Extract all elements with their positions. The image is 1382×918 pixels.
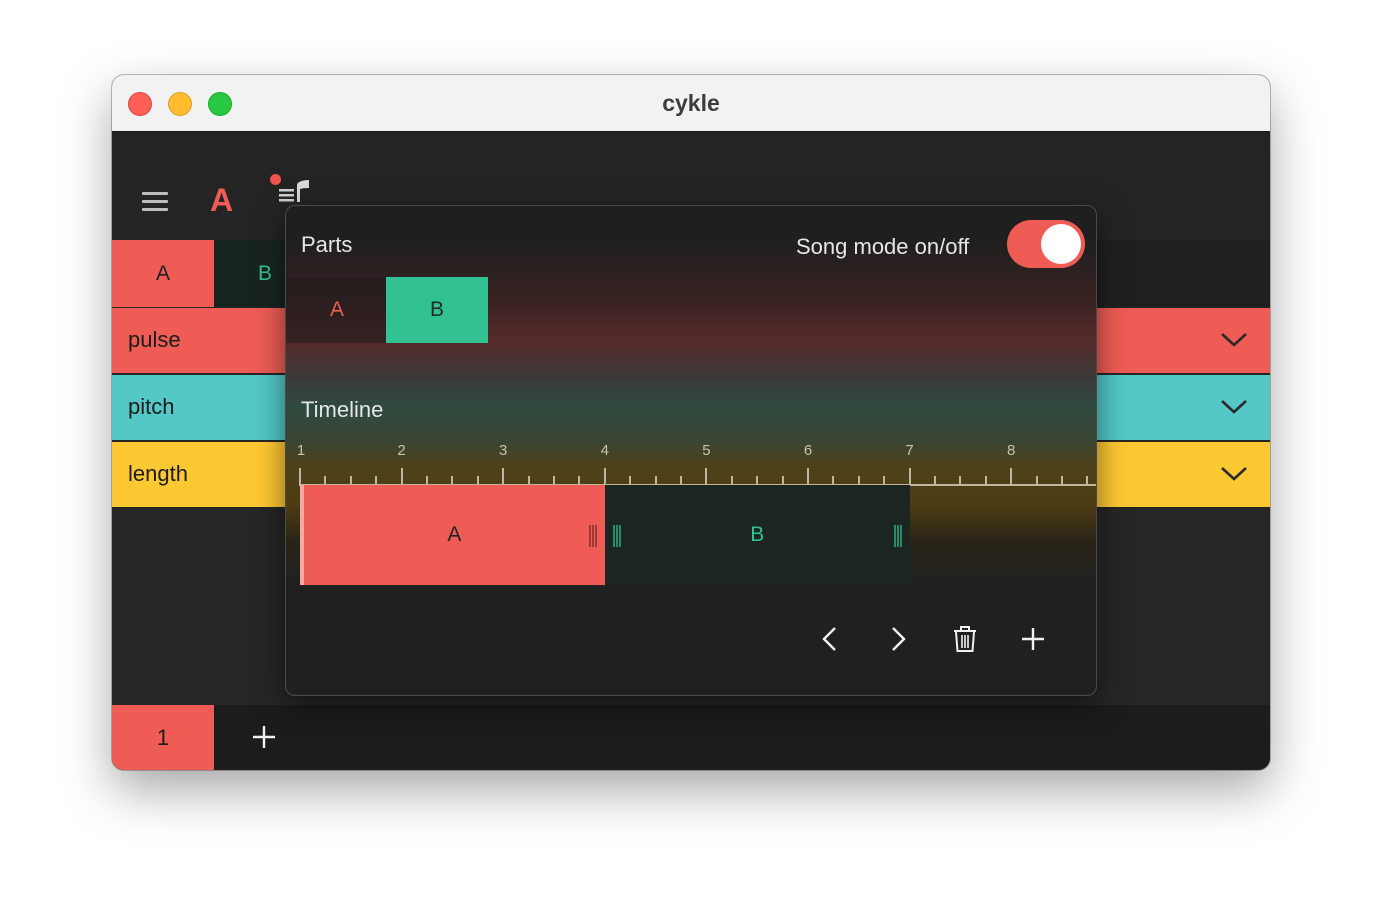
timeline-heading: Timeline [301, 397, 384, 422]
ruler-minor-tick [1061, 476, 1063, 486]
song-list-icon[interactable] [278, 175, 314, 205]
part-tab-a[interactable]: A [112, 240, 214, 307]
toggle-knob [1041, 224, 1081, 264]
page-tab-1[interactable]: 1 [112, 705, 214, 770]
clip-end-handle[interactable] [893, 525, 902, 547]
song-mode-popover: Parts Song mode on/off A B Timeline 1 2 3 4… [285, 205, 1097, 696]
ruler-minor-tick [984, 476, 987, 486]
chevron-left-icon[interactable] [816, 624, 844, 654]
timeline-clip-a[interactable]: A [300, 485, 605, 585]
ruler-major-tick [502, 468, 505, 486]
ruler-label: 3 [499, 442, 508, 459]
window-title: cykle [662, 90, 720, 116]
ruler-minor-tick [1086, 476, 1089, 486]
ruler-label: 2 [397, 442, 406, 459]
ruler-major-tick [400, 468, 403, 486]
ruler-minor-tick [934, 476, 936, 486]
clip-start-handle[interactable] [612, 525, 621, 547]
page-bar: 1 [112, 705, 1270, 770]
hamburger-icon[interactable] [142, 192, 168, 211]
ruler-major-tick [603, 468, 606, 486]
track-label: pitch [128, 394, 175, 419]
ruler-label: 8 [1007, 442, 1016, 459]
ruler-major-tick [807, 468, 809, 486]
plus-icon[interactable] [1019, 624, 1047, 654]
clip-label: A [447, 523, 462, 546]
song-mode-label: Song mode on/off [796, 234, 970, 259]
ruler-label: 7 [905, 442, 914, 459]
chevron-down-icon[interactable] [1220, 330, 1248, 350]
ruler-label: 5 [702, 442, 711, 459]
ruler-minor-tick [959, 476, 962, 486]
popover-part-a[interactable]: A [286, 277, 388, 343]
ruler-label: 4 [600, 442, 609, 459]
timeline-clip-b[interactable]: B [604, 485, 910, 585]
title-bar: cykle [112, 75, 1270, 132]
ruler-major-tick [299, 468, 301, 486]
song-mode-toggle[interactable] [1007, 220, 1085, 268]
ruler-minor-tick [1035, 476, 1038, 486]
ruler-major-tick [908, 468, 911, 486]
ruler-major-tick [1010, 468, 1013, 486]
timeline-ruler[interactable]: 1 2 3 4 5 6 7 8 [286, 438, 1096, 486]
chevron-down-icon[interactable] [1220, 397, 1248, 417]
clip-end-handle[interactable] [588, 525, 597, 547]
current-part-indicator[interactable]: A [210, 182, 233, 219]
plus-icon[interactable] [252, 725, 276, 749]
chevron-right-icon[interactable] [884, 624, 912, 654]
trash-icon[interactable] [951, 624, 979, 654]
chevron-down-icon[interactable] [1220, 464, 1248, 484]
parts-heading: Parts [301, 232, 353, 257]
ruler-label: 6 [803, 442, 813, 459]
ruler-major-tick [705, 468, 708, 486]
track-label: pulse [128, 327, 181, 352]
track-label: length [128, 461, 188, 486]
popover-part-b[interactable]: B [386, 277, 488, 343]
clip-label: B [750, 523, 765, 546]
ruler-label: 1 [296, 442, 306, 459]
